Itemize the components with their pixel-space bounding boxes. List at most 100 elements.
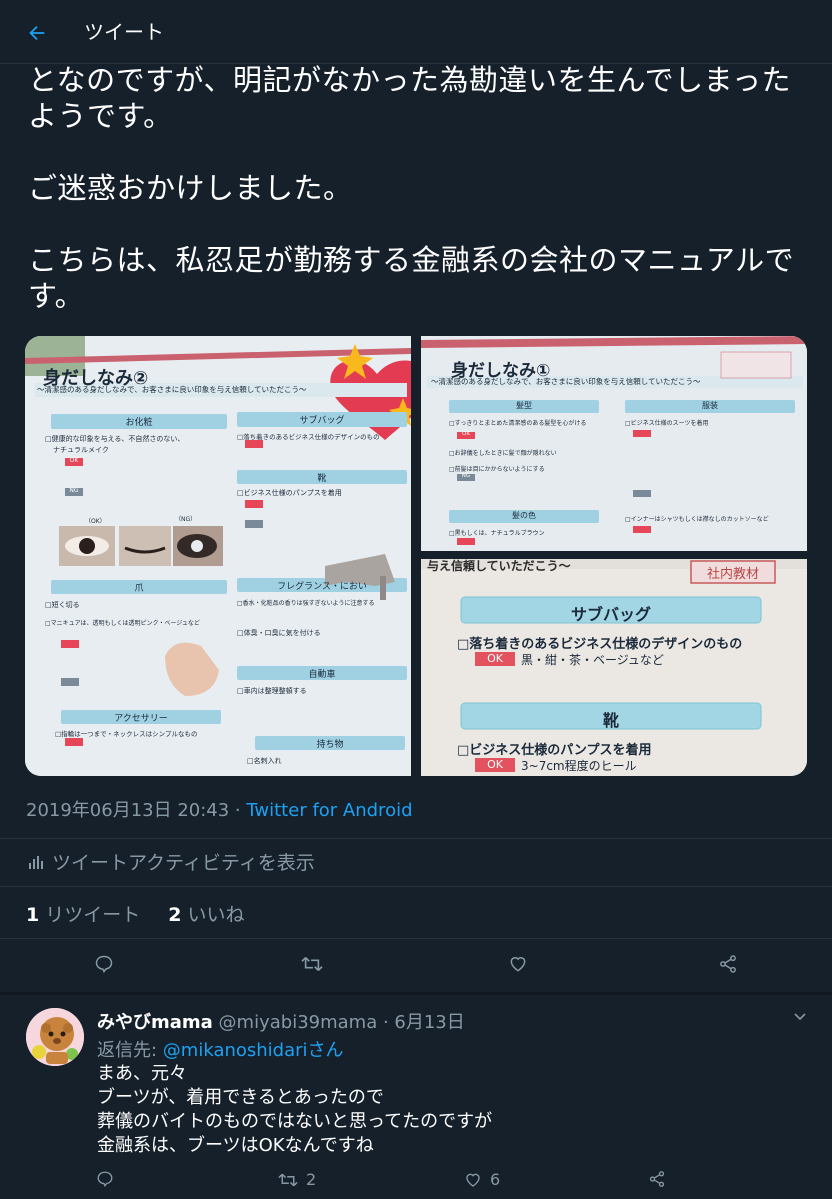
image1-line: □指輪は一つまで・ネックレスはシンプルなもの: [55, 730, 198, 738]
image1-line: □短く切る: [45, 601, 80, 609]
image1-eye-ng-label: （NG）: [175, 516, 197, 523]
tweet-paragraph: ご迷惑おかけしました。: [28, 171, 353, 205]
image2-ng-badge: NG: [461, 473, 471, 479]
back-button[interactable]: [22, 18, 52, 48]
reply-button[interactable]: [86, 946, 122, 982]
replying-to: 返信先: @mikanoshidariさん: [97, 1036, 344, 1062]
like-button[interactable]: [500, 946, 536, 982]
top-bar: ツイート: [0, 0, 832, 64]
image1-eye-ok-label: （OK）: [85, 518, 106, 525]
image2-line: □お辞儀をしたときに髪で顔が隠れない: [449, 450, 557, 457]
image1-section-belongings: 持ち物: [316, 740, 344, 750]
share-icon: [649, 1171, 665, 1187]
image1-line: □体臭・口臭に気を付ける: [237, 629, 321, 637]
tweet-image-3[interactable]: 与え信頼していただこう～ 社内教材 サブバッグ □落ち着きのあるビジネス仕様のデ…: [421, 559, 807, 776]
image2-line: □ビジネス仕様のスーツを着用: [625, 420, 709, 427]
tweet-paragraph: こちらは、私忍足が勤務する金融系の会社のマニュアルです。: [28, 243, 795, 313]
reply-author-name[interactable]: みやびmama: [97, 1012, 213, 1033]
tweet-activity-link[interactable]: ツイートアクティビティを表示: [28, 848, 315, 875]
reply-date: · 6月13日: [377, 1012, 465, 1033]
tweet-text: となのですが、明記がなかった為勘違いを生んでしまったようです。 ご迷惑おかけしま…: [28, 62, 818, 314]
back-arrow-icon: [29, 25, 45, 41]
image2-line: □前髪は目にかからないようにする: [449, 466, 545, 473]
thread-divider: [0, 992, 832, 995]
reply-retweet-count: 2: [306, 1170, 317, 1189]
replying-to-label: 返信先:: [97, 1040, 163, 1061]
reply-menu-button[interactable]: [792, 1008, 808, 1028]
tweet-timestamp: 2019年06月13日 20:43 ·: [26, 800, 247, 821]
retweet-button[interactable]: [294, 946, 330, 982]
image3-top-text: 与え信頼していただこう～: [427, 559, 571, 573]
heart-icon: [466, 1173, 480, 1187]
image1-section-nails: 爪: [134, 584, 144, 594]
image1-line: □名刺入れ: [247, 757, 282, 765]
image3-ok-badge: OK: [487, 652, 503, 665]
image2-subtitle: ～清潔感のある身だしなみで、お客さまに良い印象を与え信頼していただこう～: [431, 377, 701, 386]
image1-line: □健康的な印象を与える、不自然さのない、: [45, 435, 185, 443]
image2-line: □インナーはシャツもしくは襟なしのカットソーなど: [625, 516, 769, 523]
like-stat[interactable]: 2 いいね: [168, 900, 244, 927]
image2-section-haircolor: 髪の色: [512, 511, 536, 520]
divider: [0, 886, 832, 887]
tweet-stats: 1 リツイート 2 いいね: [26, 900, 245, 927]
share-button[interactable]: [710, 946, 746, 982]
divider: [0, 938, 832, 939]
image3-section-bag: サブバッグ: [570, 605, 651, 624]
retweet-stat-label: リツイート: [45, 904, 141, 926]
retweet-icon: [278, 1173, 298, 1186]
heart-icon: [510, 957, 526, 972]
image3-stamp: 社内教材: [706, 567, 759, 582]
like-stat-label: いいね: [187, 904, 245, 926]
reply-icon: [95, 955, 113, 973]
tweet-image-1[interactable]: 身だしなみ② ～清潔感のある身だしなみで、お客さまに良い印象を与え信頼していただ…: [25, 336, 411, 776]
image3-line-bag: □落ち着きのあるビジネス仕様のデザインのもの: [457, 637, 743, 652]
retweet-icon: [301, 957, 323, 971]
image1-line: □マニキュアは、透明もしくは透明ピンク・ベージュなど: [45, 620, 200, 627]
divider: [0, 838, 832, 839]
reply-header: みやびmama @miyabi39mama · 6月13日: [97, 1008, 465, 1034]
image3-section-shoes: 靴: [602, 711, 619, 730]
image1-section-accessory: アクセサリー: [114, 714, 168, 724]
image2-line: □黒もしくは、ナチュラルブラウン: [449, 530, 545, 537]
tweet-paragraph: となのですが、明記がなかった為勘違いを生んでしまったようです。: [28, 63, 791, 133]
image3-ok-badge: OK: [487, 758, 503, 771]
chevron-down-icon: [794, 1013, 806, 1021]
reply-reply-button[interactable]: [96, 1170, 114, 1188]
reply-author-handle[interactable]: @miyabi39mama: [219, 1012, 378, 1033]
image1-ok-badge: OK: [69, 457, 79, 464]
tweet-image-2[interactable]: 身だしなみ① ～清潔感のある身だしなみで、お客さまに良い印象を与え信頼していただ…: [421, 336, 807, 551]
image2-ok-badge: OK: [462, 431, 470, 437]
image2-line: □すっきりとまとめた清潔感のある髪型を心がける: [449, 420, 587, 427]
reply-icon: [97, 1171, 113, 1188]
image1-line: □ビジネス仕様のパンプスを着用: [237, 489, 342, 497]
image1-line: □車内は整理整頓する: [237, 687, 307, 695]
image2-section-hair: 髪型: [516, 401, 532, 410]
image1-section-fragrance: フレグランス・におい: [277, 582, 367, 592]
image1-section-bag: サブバッグ: [299, 416, 345, 426]
image1-line: ナチュラルメイク: [53, 446, 109, 454]
reply-retweet-button[interactable]: 2: [278, 1170, 316, 1189]
image3-ok-text: 3~7cm程度のヒール: [521, 759, 637, 773]
image1-ng-badge: NG: [69, 487, 79, 494]
avatar[interactable]: [26, 1008, 84, 1066]
image2-section-clothes: 服装: [702, 401, 718, 410]
reply-share-button[interactable]: [648, 1170, 666, 1188]
reply-like-count: 6: [490, 1170, 501, 1189]
image1-line: □香水・化粧品の香りは強すぎないように注意する: [237, 600, 375, 607]
image1-section-shoes: 靴: [317, 474, 327, 484]
reply-like-button[interactable]: 6: [464, 1170, 500, 1189]
tweet-source-link[interactable]: Twitter for Android: [246, 800, 412, 821]
reply-body: まあ、元々 ブーツが、着用できるとあったので 葬儀のバイトのものではないと思って…: [97, 1063, 493, 1156]
share-icon: [720, 955, 736, 973]
image3-ok-text: 黒・紺・茶・ベージュなど: [521, 653, 664, 667]
retweet-count: 1: [26, 904, 40, 926]
image1-section-makeup: お化粧: [125, 418, 153, 428]
like-count: 2: [168, 904, 182, 926]
replying-to-mention[interactable]: @mikanoshidariさん: [163, 1040, 344, 1061]
image1-subtitle: ～清潔感のある身だしなみで、お客さまに良い印象を与え信頼していただこう～: [37, 385, 307, 394]
activity-icon: [29, 855, 43, 869]
retweet-stat[interactable]: 1 リツイート: [26, 900, 140, 927]
activity-label: ツイートアクティビティを表示: [52, 852, 315, 874]
image1-line: □落ち着きのあるビジネス仕様のデザインのもの: [237, 433, 380, 441]
page-title: ツイート: [84, 20, 164, 44]
